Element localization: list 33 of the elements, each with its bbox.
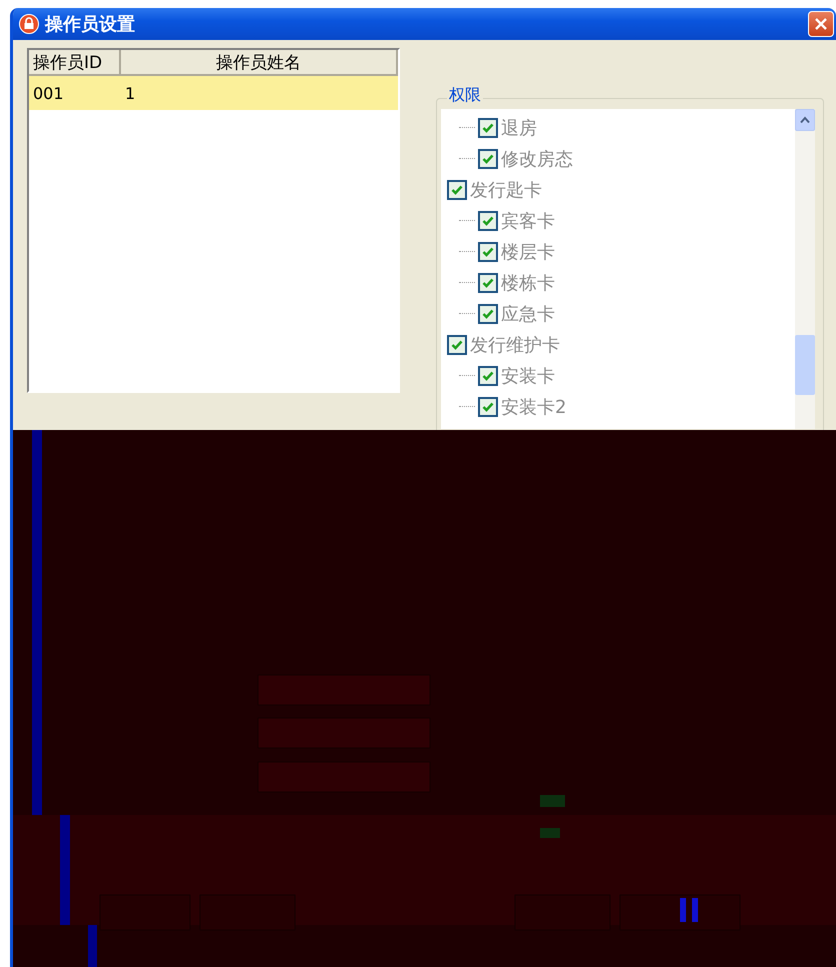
scroll-up-button[interactable] bbox=[795, 109, 815, 131]
table-row[interactable]: 001 1 bbox=[29, 76, 398, 110]
tree-item[interactable]: 楼栋卡 bbox=[501, 270, 555, 294]
close-icon bbox=[814, 17, 828, 31]
table-cell-text: 001 bbox=[32, 84, 65, 102]
tree-item[interactable]: 发行匙卡 bbox=[470, 178, 542, 202]
column-header[interactable]: 操作员姓名 bbox=[121, 50, 398, 74]
checkbox[interactable] bbox=[447, 180, 467, 200]
scroll-thumb[interactable] bbox=[795, 335, 815, 395]
tree-item[interactable]: 安装卡2 bbox=[501, 394, 566, 418]
column-header[interactable]: 操作员ID bbox=[29, 50, 121, 74]
lock-icon bbox=[19, 14, 39, 34]
tree-item[interactable]: 发行维护卡 bbox=[470, 332, 560, 356]
checkbox[interactable] bbox=[478, 242, 498, 262]
checkbox[interactable] bbox=[478, 272, 498, 292]
tree-item[interactable]: 安装卡 bbox=[501, 364, 555, 388]
checkbox[interactable] bbox=[478, 304, 498, 324]
scrollbar[interactable] bbox=[795, 109, 815, 429]
table-cell-text: 1 bbox=[124, 84, 136, 102]
tree-item[interactable]: 修改房态 bbox=[501, 146, 573, 170]
checkbox[interactable] bbox=[478, 210, 498, 230]
checkbox[interactable] bbox=[478, 148, 498, 168]
close-button[interactable] bbox=[808, 11, 834, 37]
checkbox[interactable] bbox=[478, 118, 498, 138]
tree-item[interactable]: 宾客卡 bbox=[501, 208, 555, 232]
tree-item[interactable]: 应急卡 bbox=[501, 302, 555, 326]
checkbox[interactable] bbox=[478, 396, 498, 416]
tree-item[interactable]: 楼层卡 bbox=[501, 240, 555, 264]
tree-item[interactable]: 退房 bbox=[501, 116, 537, 140]
checkbox[interactable] bbox=[478, 366, 498, 386]
checkbox[interactable] bbox=[447, 334, 467, 354]
window-title: 操作员设置 bbox=[45, 13, 136, 36]
caret-icon bbox=[800, 116, 810, 124]
